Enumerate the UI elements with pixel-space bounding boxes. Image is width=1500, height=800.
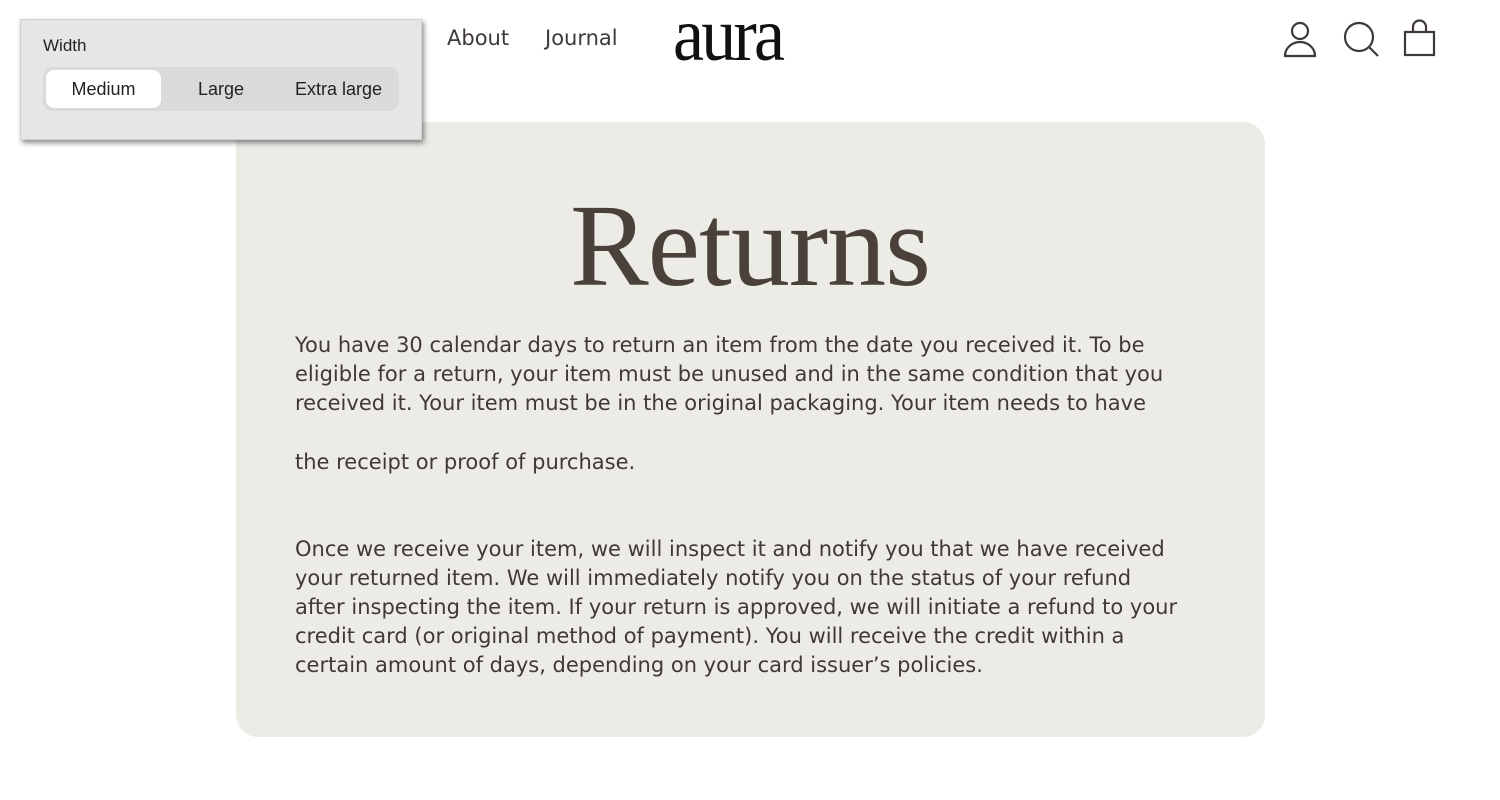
width-label: Width — [43, 36, 87, 55]
width-option-medium[interactable]: Medium — [46, 70, 161, 108]
nav-journal[interactable]: Journal — [545, 26, 618, 50]
logo[interactable]: aura — [673, 0, 785, 79]
text-line: You have 30 calendar days to return an i… — [295, 333, 1145, 357]
text-line: credit card (or original method of payme… — [295, 624, 1125, 648]
cart-icon[interactable] — [1400, 18, 1440, 60]
width-segmented-control: Medium Large Extra large — [43, 67, 399, 111]
text-line: your returned item. We will immediately … — [295, 566, 1132, 590]
returns-paragraph-3: Once we receive your item, we will inspe… — [295, 535, 1177, 680]
text-line: received it. Your item must be in the or… — [295, 391, 1147, 415]
width-option-extra-large[interactable]: Extra large — [281, 70, 396, 108]
width-popup: Width Medium Large Extra large — [20, 19, 422, 140]
page-title: Returns — [569, 180, 931, 311]
nav-about[interactable]: About — [447, 26, 509, 50]
text-line: Once we receive your item, we will inspe… — [295, 537, 1165, 561]
text-line: certain amount of days, depending on you… — [295, 653, 983, 677]
search-icon[interactable] — [1341, 18, 1381, 60]
text-line: eligible for a return, your item must be… — [295, 362, 1164, 386]
account-icon[interactable] — [1280, 18, 1320, 60]
returns-paragraph-1: You have 30 calendar days to return an i… — [295, 331, 1163, 418]
width-option-large[interactable]: Large — [161, 70, 281, 108]
text-line: the receipt or proof of purchase. — [295, 450, 636, 474]
text-line: after inspecting the item. If your retur… — [295, 595, 1178, 619]
returns-paragraph-2: the receipt or proof of purchase. — [295, 448, 635, 477]
